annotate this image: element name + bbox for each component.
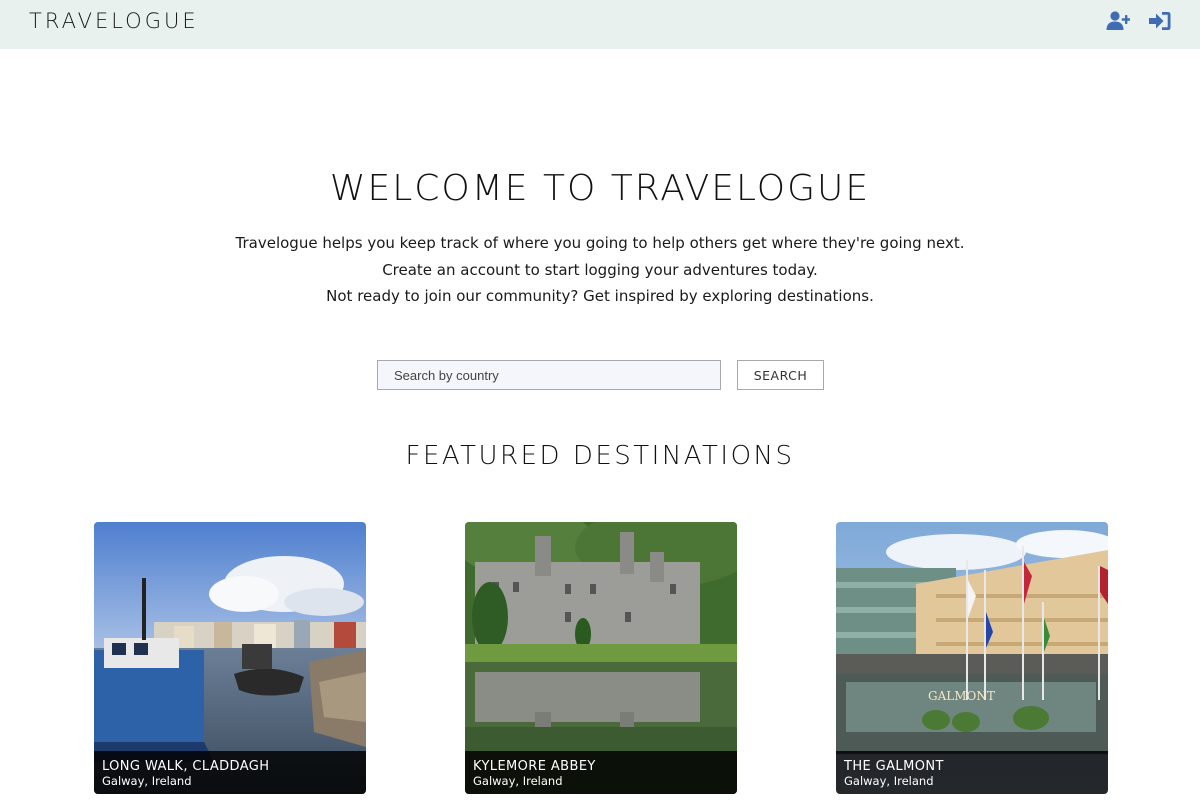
search-button[interactable]: SEARCH	[737, 360, 824, 390]
top-navbar: TRAVELOGUE	[0, 0, 1200, 49]
search-form: SEARCH	[377, 360, 824, 390]
sign-in-icon[interactable]	[1148, 10, 1172, 32]
card-title: KYLEMORE ABBEY	[473, 759, 596, 774]
card-location: Galway, Ireland	[102, 774, 192, 788]
destination-card-long-walk[interactable]: LONG WALK, CLADDAGH Galway, Ireland	[94, 522, 366, 794]
nav-actions	[1106, 10, 1172, 32]
featured-destinations-title: FEATURED DESTINATIONS	[405, 441, 795, 471]
intro-line-2: Create an account to start logging your …	[382, 260, 818, 279]
hotel-sign: GALMONT	[928, 689, 995, 703]
intro-text: Travelogue helps you keep track of where…	[0, 230, 1200, 310]
card-location: Galway, Ireland	[844, 774, 934, 788]
hero-title: WELCOME TO TRAVELOGUE	[329, 168, 871, 209]
card-title: LONG WALK, CLADDAGH	[102, 759, 270, 774]
intro-line-1: Travelogue helps you keep track of where…	[235, 234, 965, 252]
card-title: THE GALMONT	[844, 759, 944, 774]
card-caption: LONG WALK, CLADDAGH Galway, Ireland	[94, 751, 366, 794]
brand-logo[interactable]: TRAVELOGUE	[29, 9, 199, 33]
search-input[interactable]	[377, 360, 721, 390]
user-plus-icon[interactable]	[1106, 10, 1130, 32]
card-caption: THE GALMONT Galway, Ireland	[836, 751, 1108, 794]
card-caption: KYLEMORE ABBEY Galway, Ireland	[465, 751, 737, 794]
destination-card-the-galmont[interactable]: GALMONT THE GALMONT Galway, Ireland	[836, 522, 1108, 794]
destination-card-kylemore-abbey[interactable]: KYLEMORE ABBEY Galway, Ireland	[465, 522, 737, 794]
intro-line-3: Not ready to join our community? Get ins…	[326, 287, 874, 305]
card-location: Galway, Ireland	[473, 774, 563, 788]
